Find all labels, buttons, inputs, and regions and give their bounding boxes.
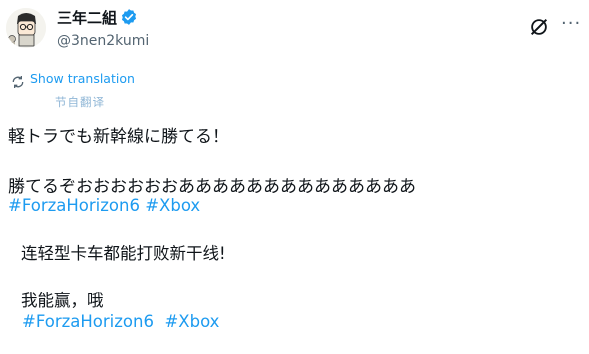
- more-options-icon[interactable]: ···: [561, 15, 581, 33]
- author-display-name[interactable]: 三年二組: [57, 7, 117, 28]
- post-hashtags: #ForzaHorizon6 #Xbox: [8, 196, 200, 215]
- hashtag-link[interactable]: #ForzaHorizon6: [8, 196, 140, 215]
- show-translation-link[interactable]: Show translation: [30, 71, 135, 86]
- translation-byline: 节自翻译: [55, 95, 105, 109]
- grok-icon[interactable]: [528, 16, 550, 38]
- hashtag-link[interactable]: #Xbox: [145, 196, 200, 215]
- verified-badge-icon: [120, 8, 138, 26]
- translated-hashtags: #ForzaHorizon6 #Xbox: [22, 312, 219, 331]
- translated-text-line-2: 我能赢，哦: [21, 291, 104, 310]
- post-text-line-2: 勝てるぞおおおおおおああああああああああああああ: [8, 177, 416, 197]
- translated-text-line-1: 连轻型卡车都能打败新干线!: [21, 244, 226, 263]
- hashtag-link[interactable]: #Xbox: [164, 312, 219, 331]
- translate-icon: [10, 74, 26, 90]
- hashtag-link[interactable]: #ForzaHorizon6: [22, 312, 154, 331]
- post-text-line-1: 軽トラでも新幹線に勝てる！: [8, 127, 229, 147]
- author-handle[interactable]: @3nen2kumi: [57, 33, 149, 49]
- author-avatar[interactable]: [6, 8, 46, 48]
